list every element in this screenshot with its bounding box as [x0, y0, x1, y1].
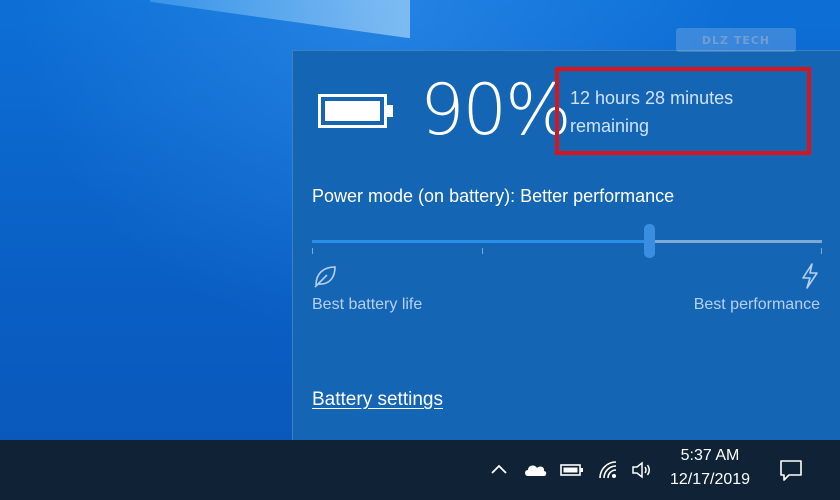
slider-tick — [482, 248, 483, 254]
lightning-bolt-icon — [802, 263, 818, 289]
slider-fill — [312, 240, 649, 243]
power-mode-title: Power mode (on battery): Better performa… — [312, 186, 675, 206]
slider-thumb[interactable] — [643, 224, 655, 258]
best-battery-life-label: Best battery life — [312, 296, 423, 313]
battery-icon[interactable] — [559, 459, 585, 481]
onedrive-cloud-icon[interactable] — [522, 459, 548, 481]
power-mode-slider[interactable] — [312, 224, 822, 258]
leaf-icon — [314, 266, 336, 288]
battery-percentage: 90% — [420, 69, 572, 151]
clock-time: 5:37 AM — [680, 447, 740, 464]
battery-full-icon — [318, 94, 393, 128]
clock-date: 12/17/2019 — [669, 471, 751, 488]
wifi-icon[interactable] — [597, 459, 619, 481]
volume-icon[interactable] — [630, 459, 652, 481]
best-performance-label: Best performance — [693, 296, 820, 313]
chevron-up-icon[interactable] — [488, 459, 510, 481]
battery-settings-link[interactable]: Battery settings — [312, 389, 443, 411]
slider-tick — [821, 248, 822, 254]
watermark-logo: DLZ TECH — [676, 28, 796, 52]
red-highlight-box — [555, 67, 811, 155]
taskbar-clock[interactable]: 5:37 AM 12/17/2019 — [660, 444, 760, 492]
slider-tick — [312, 248, 313, 254]
action-center-icon[interactable] — [778, 457, 804, 483]
